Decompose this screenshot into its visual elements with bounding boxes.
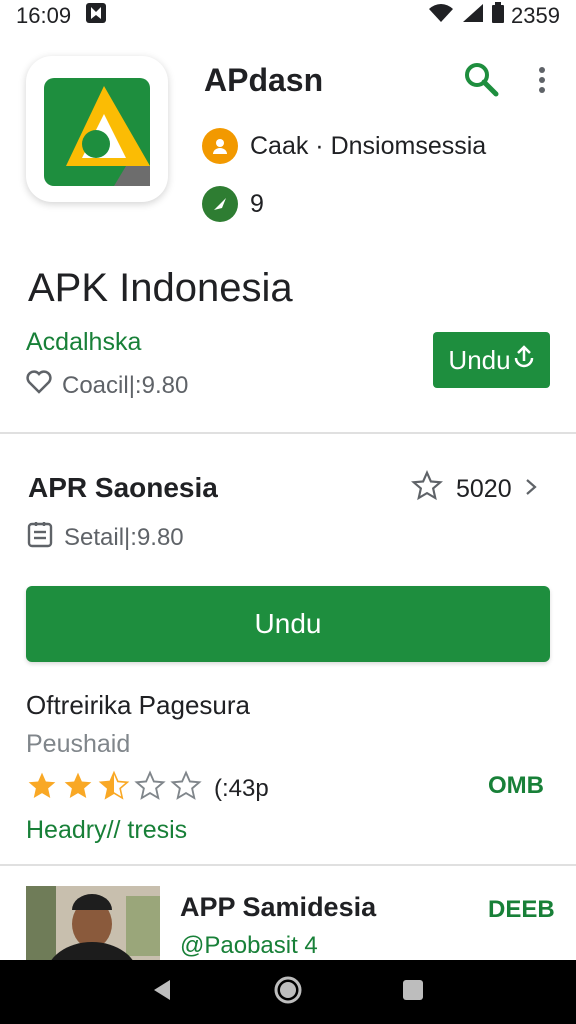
back-button[interactable] (139, 968, 187, 1016)
back-icon (150, 977, 176, 1008)
navigation-bar (0, 960, 576, 1024)
battery-text: 2359 (511, 3, 560, 28)
search-icon (463, 61, 499, 102)
page-title: APK Indonesia (28, 266, 293, 310)
document-icon (26, 520, 54, 555)
more-options-button[interactable] (526, 62, 558, 102)
install-button-small-label: Undu (448, 344, 511, 375)
star-filled-icon (62, 770, 94, 807)
app-header: APdasn Caak · Dnsiomsessia 9 (0, 52, 576, 222)
download-icon (513, 344, 535, 377)
card-title: APR Saonesia (28, 472, 218, 503)
battery-icon (491, 2, 505, 30)
developer-row[interactable]: Caak · Dnsiomsessia (202, 128, 486, 164)
rating-row: 9 (202, 186, 264, 222)
listing-subtitle-link[interactable]: Acdalhska (26, 328, 141, 357)
developer-name: Caak · Dnsiomsessia (250, 131, 487, 160)
status-bar: 16:09 2359 (0, 0, 576, 32)
star-rating: (:43p (26, 770, 269, 807)
notification-icon (85, 2, 107, 30)
star-half-icon (98, 770, 130, 807)
status-time: 16:09 (16, 3, 72, 28)
recents-icon (401, 978, 425, 1007)
stars-count: (:43p (214, 774, 269, 802)
offer-size: OMB (488, 772, 544, 799)
list-item[interactable]: APP Samidesia @Paobasit 4 DEEB (0, 886, 576, 976)
card-rating[interactable]: 5020 (410, 470, 538, 509)
listing-meta: Coacil|:9.80 (26, 370, 188, 401)
card-rating-value: 5020 (456, 475, 512, 503)
heart-icon[interactable] (26, 370, 52, 401)
star-empty-icon (170, 770, 202, 807)
signal-icon (461, 2, 485, 30)
app-name: APdasn (204, 62, 324, 98)
wifi-icon (427, 2, 455, 30)
divider (0, 432, 576, 434)
developer-icon (202, 128, 238, 164)
list-item-size: DEEB (488, 896, 555, 923)
offer-link[interactable]: Headry// tresis (26, 816, 187, 845)
star-outline-icon (410, 470, 444, 509)
list-item-title: APP Samidesia (180, 892, 377, 922)
offer-subtitle: Peushaid (26, 730, 131, 758)
home-icon (273, 975, 303, 1010)
leaf-icon (202, 186, 238, 222)
search-button[interactable] (460, 60, 502, 102)
offer-title[interactable]: Oftreirika Pagesura (26, 690, 250, 721)
divider (0, 864, 576, 866)
list-item-subtitle: @Paobasit 4 (180, 932, 318, 959)
recents-button[interactable] (389, 968, 437, 1016)
rating-count: 9 (250, 189, 264, 218)
listing-meta-text: Coacil|:9.80 (62, 371, 189, 399)
install-button-small[interactable]: Undu (433, 332, 550, 388)
card-meta: Setail|:9.80 (26, 520, 184, 555)
star-filled-icon (26, 770, 58, 807)
more-vert-icon (538, 66, 546, 99)
chevron-right-icon (524, 475, 538, 504)
card-meta-text: Setail|:9.80 (64, 523, 184, 551)
star-empty-icon (134, 770, 166, 807)
home-button[interactable] (264, 968, 312, 1016)
install-button[interactable]: Undu (26, 586, 550, 662)
app-logo (26, 56, 168, 202)
